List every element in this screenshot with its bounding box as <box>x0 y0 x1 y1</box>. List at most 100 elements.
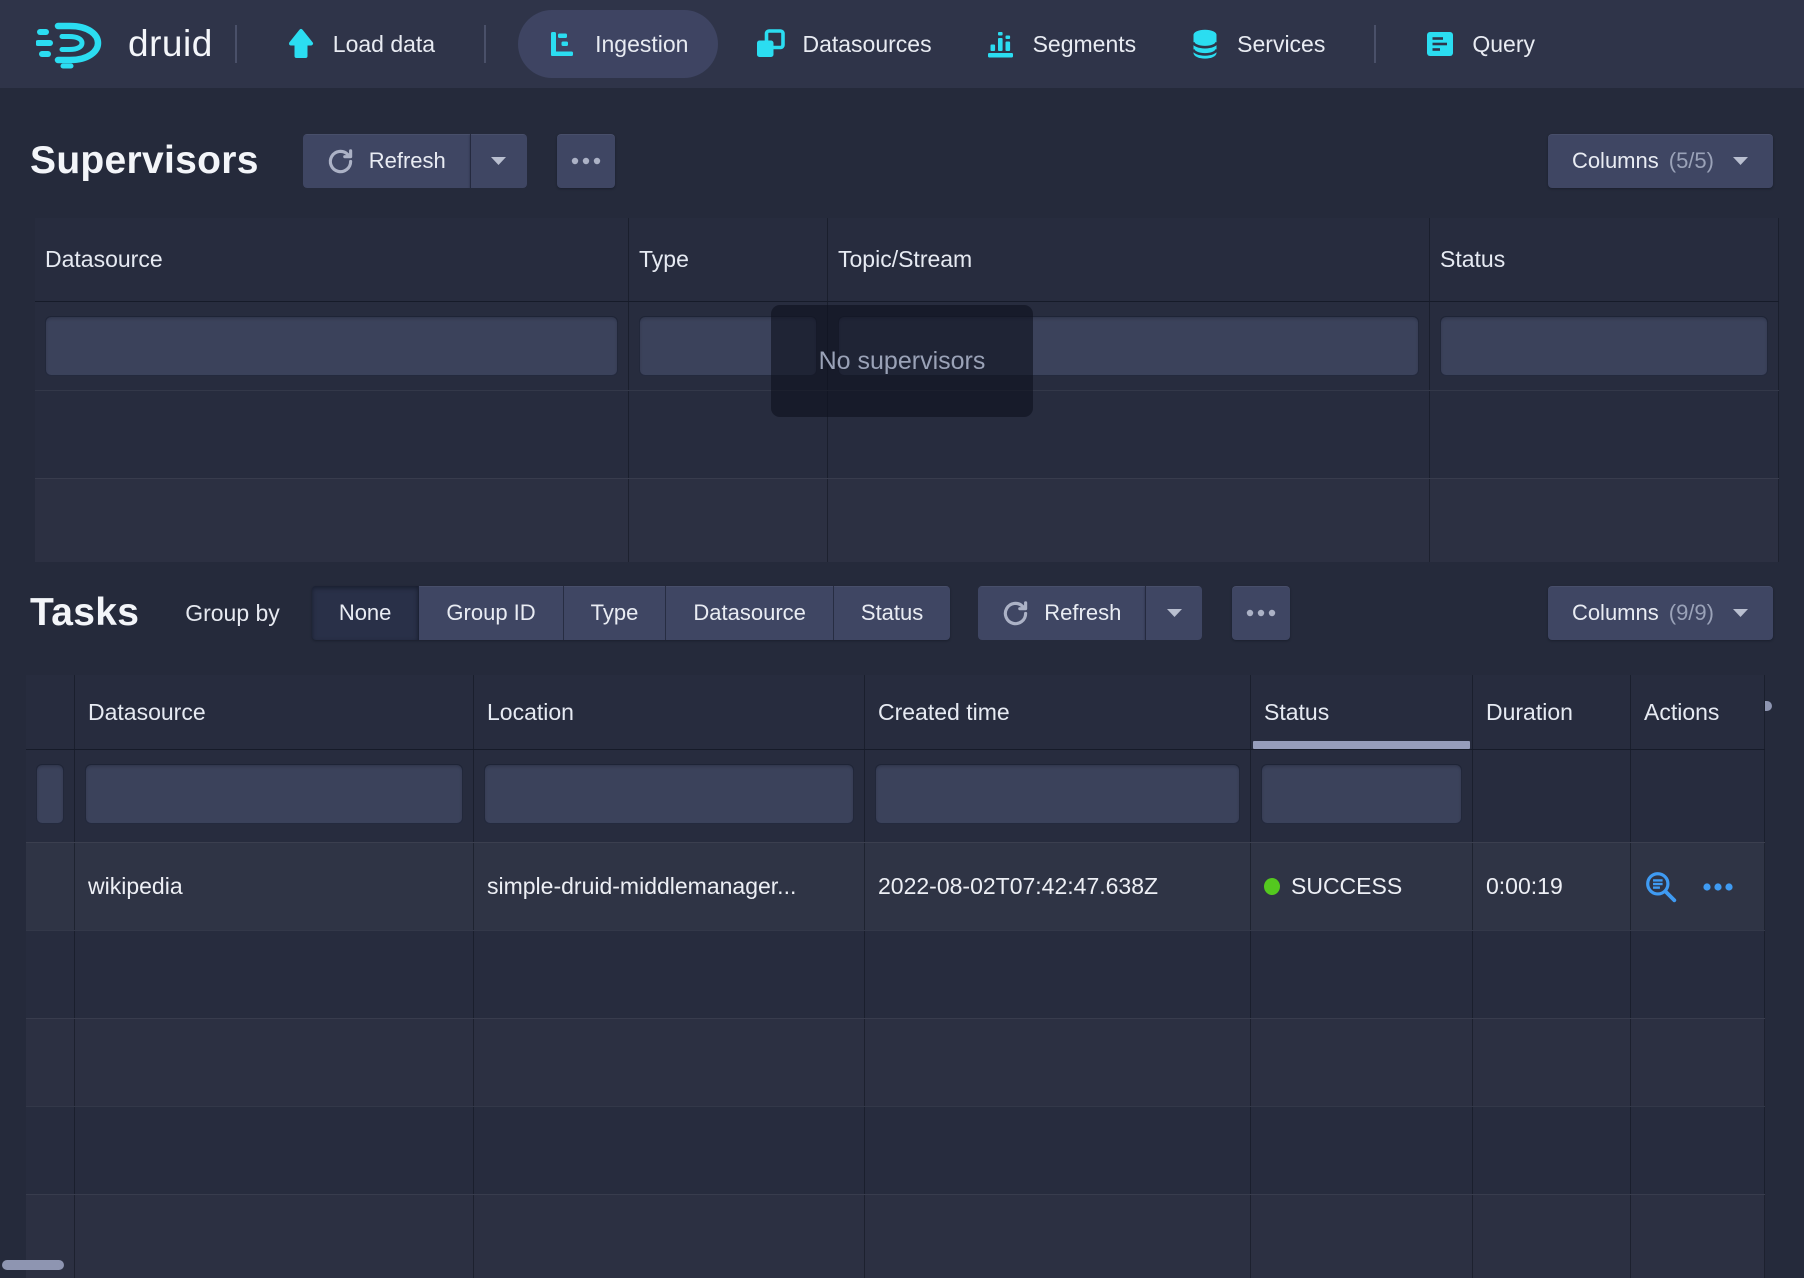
caret-down-icon <box>1724 608 1749 618</box>
task-status-cell: SUCCESS <box>1251 843 1473 930</box>
tasks-section: Tasks Group by None Group ID Type Dataso… <box>0 586 1804 1278</box>
group-by-label: Group by <box>185 600 280 627</box>
nav-divider <box>235 25 237 63</box>
success-status-dot <box>1264 878 1280 895</box>
supervisors-refresh-caret-button[interactable] <box>470 134 527 188</box>
column-header-status-sorted[interactable]: Status <box>1251 675 1473 749</box>
column-header-location[interactable]: Location <box>474 675 865 749</box>
nav-items: Load data Ingestion <box>259 0 1562 88</box>
column-header-datasource[interactable]: Datasource <box>35 218 629 301</box>
nav-divider <box>1374 25 1376 63</box>
tasks-filter-row <box>26 750 1765 842</box>
column-header-blank <box>26 675 75 749</box>
task-status: SUCCESS <box>1291 873 1402 900</box>
column-header-status[interactable]: Status <box>1430 218 1779 301</box>
filter-input-created-time[interactable] <box>875 764 1240 824</box>
gantt-chart-icon <box>548 29 578 59</box>
task-duration: 0:00:19 <box>1473 843 1631 930</box>
columns-count: (9/9) <box>1669 600 1714 626</box>
brand-home[interactable]: druid <box>36 19 213 69</box>
more-dots-icon <box>1246 609 1276 617</box>
filter-input-status[interactable] <box>1440 316 1768 376</box>
column-header-created-time[interactable]: Created time <box>865 675 1251 749</box>
empty-table-row <box>26 1018 1765 1106</box>
supervisors-title: Supervisors <box>30 139 259 183</box>
supervisors-columns-dropdown[interactable]: Columns (5/5) <box>1548 134 1773 188</box>
bar-chart-icon <box>986 29 1016 59</box>
filter-input-status[interactable] <box>1261 764 1462 824</box>
stacked-panels-icon <box>755 29 785 59</box>
nav-item-datasources[interactable]: Datasources <box>728 0 958 88</box>
nav-item-segments[interactable]: Segments <box>959 0 1164 88</box>
task-created-time: 2022-08-02T07:42:47.638Z <box>865 843 1251 930</box>
tasks-refresh-split-button: Refresh <box>978 586 1202 640</box>
nav-item-label: Query <box>1472 31 1535 58</box>
magnifier-lines-icon[interactable] <box>1644 870 1678 904</box>
brand-wordmark: druid <box>128 23 213 65</box>
nav-item-ingestion[interactable]: Ingestion <box>518 10 718 78</box>
top-nav: druid Load data <box>0 0 1804 88</box>
refresh-label: Refresh <box>1044 600 1121 626</box>
group-by-type-button[interactable]: Type <box>564 586 667 640</box>
nav-item-label: Services <box>1237 31 1325 58</box>
tasks-columns-dropdown[interactable]: Columns (9/9) <box>1548 586 1773 640</box>
refresh-icon <box>1002 600 1029 627</box>
nav-item-label: Datasources <box>802 31 931 58</box>
empty-table-row <box>35 478 1779 562</box>
nav-item-label: Ingestion <box>595 31 688 58</box>
no-supervisors-message: No supervisors <box>771 305 1033 417</box>
filter-input-datasource[interactable] <box>85 764 463 824</box>
druid-console: druid Load data <box>0 0 1804 1278</box>
caret-down-icon <box>1166 608 1183 618</box>
druid-logo-icon <box>36 19 112 69</box>
nav-item-services[interactable]: Services <box>1163 0 1352 88</box>
supervisors-refresh-button[interactable]: Refresh <box>303 134 470 188</box>
empty-table-row <box>26 930 1765 1018</box>
refresh-label: Refresh <box>369 148 446 174</box>
supervisors-more-button[interactable] <box>557 134 615 188</box>
group-by-status-button[interactable]: Status <box>834 586 950 640</box>
supervisors-controls: Supervisors Refresh <box>0 134 1804 188</box>
nav-divider <box>484 25 486 63</box>
group-by-none-button[interactable]: None <box>312 586 420 640</box>
column-header-duration[interactable]: Duration <box>1473 675 1631 749</box>
empty-table-row <box>26 1106 1765 1194</box>
more-dots-icon <box>571 157 601 165</box>
nav-item-label: Load data <box>333 31 435 58</box>
database-icon <box>1190 28 1220 60</box>
nav-item-label: Segments <box>1033 31 1137 58</box>
task-location: simple-druid-middlemanager... <box>474 843 865 930</box>
tasks-more-button[interactable] <box>1232 586 1290 640</box>
caret-down-icon <box>1724 156 1749 166</box>
tasks-refresh-button[interactable]: Refresh <box>978 586 1145 640</box>
task-actions-cell <box>1631 843 1765 930</box>
column-header-actions[interactable]: Actions <box>1631 675 1765 749</box>
task-datasource: wikipedia <box>75 843 474 930</box>
nav-item-load-data[interactable]: Load data <box>259 0 462 88</box>
columns-label: Columns <box>1572 600 1659 626</box>
tasks-table-header-row: Datasource Location Created time Status … <box>26 675 1765 750</box>
group-by-datasource-button[interactable]: Datasource <box>666 586 834 640</box>
group-by-group-id-button[interactable]: Group ID <box>419 586 563 640</box>
tasks-title: Tasks <box>30 591 139 635</box>
filter-input-task-id[interactable] <box>36 764 64 824</box>
column-header-type[interactable]: Type <box>629 218 828 301</box>
columns-label: Columns <box>1572 148 1659 174</box>
supervisors-table: Datasource Type Topic/Stream Status No s… <box>35 218 1779 562</box>
task-more-dots-icon[interactable] <box>1702 882 1734 892</box>
tasks-controls: Tasks Group by None Group ID Type Dataso… <box>0 586 1804 640</box>
columns-count: (5/5) <box>1669 148 1714 174</box>
column-header-topic-stream[interactable]: Topic/Stream <box>828 218 1430 301</box>
nav-item-query[interactable]: Query <box>1398 0 1562 88</box>
supervisors-table-header-row: Datasource Type Topic/Stream Status <box>35 218 1779 302</box>
column-header-datasource[interactable]: Datasource <box>75 675 474 749</box>
filter-input-location[interactable] <box>484 764 854 824</box>
caret-down-icon <box>490 156 507 166</box>
tasks-horizontal-scrollbar[interactable] <box>2 1260 64 1270</box>
tasks-refresh-caret-button[interactable] <box>1145 586 1202 640</box>
filter-input-datasource[interactable] <box>45 316 618 376</box>
console-icon <box>1425 30 1455 58</box>
tasks-table: Datasource Location Created time Status … <box>26 675 1765 1278</box>
upload-icon <box>286 28 316 60</box>
task-row-wikipedia[interactable]: wikipedia simple-druid-middlemanager... … <box>26 842 1765 930</box>
